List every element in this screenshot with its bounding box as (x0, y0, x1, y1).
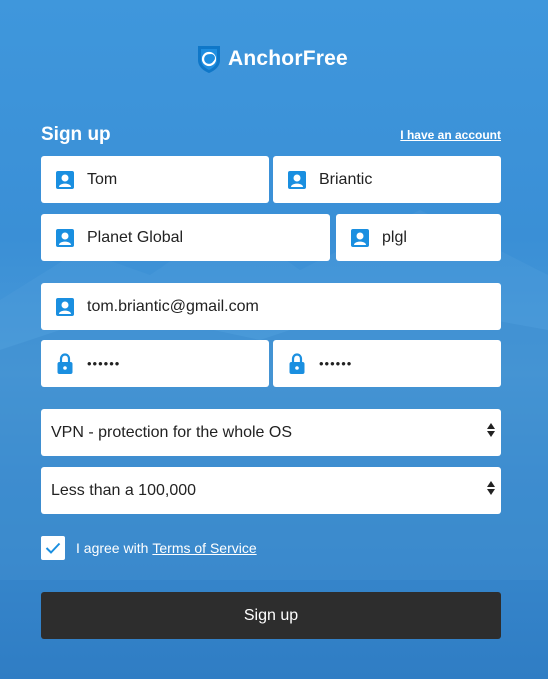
short-name-field[interactable]: plgl (336, 214, 501, 261)
sign-up-button[interactable]: Sign up (41, 592, 501, 639)
agree-text: I agree with (76, 540, 149, 556)
lock-icon (55, 352, 75, 374)
brand-logo: AnchorFree (196, 44, 348, 74)
agree-checkbox[interactable] (41, 536, 65, 560)
page-title: Sign up (41, 124, 111, 145)
last-name-value: Briantic (319, 170, 373, 188)
company-field[interactable]: Planet Global (41, 214, 330, 261)
email-field[interactable]: tom.briantic@gmail.com (41, 283, 501, 330)
signup-header: Sign up I have an account (41, 124, 501, 146)
password-field[interactable]: •••••• (41, 340, 269, 387)
user-icon (55, 228, 75, 248)
user-icon (55, 297, 75, 317)
short-name-value: plgl (382, 228, 407, 246)
select-arrows-icon (487, 481, 495, 495)
size-select-value: Less than a 100,000 (51, 481, 197, 499)
brand-name: AnchorFree (228, 47, 348, 70)
terms-of-service-link[interactable]: Terms of Service (152, 540, 256, 556)
size-select[interactable]: Less than a 100,000 (41, 467, 501, 514)
confirm-password-field[interactable]: •••••• (273, 340, 501, 387)
terms-agreement: I agree with Terms of Service (41, 536, 257, 560)
have-account-link[interactable]: I have an account (400, 128, 501, 142)
password-value: •••••• (87, 356, 121, 371)
email-value: tom.briantic@gmail.com (87, 297, 259, 315)
user-icon (287, 170, 307, 190)
first-name-field[interactable]: Tom (41, 156, 269, 203)
confirm-password-value: •••••• (319, 356, 353, 371)
first-name-value: Tom (87, 170, 118, 188)
usage-select-value: VPN - protection for the whole OS (51, 423, 292, 441)
select-arrows-icon (487, 423, 495, 437)
shield-logo-icon (198, 46, 220, 73)
lock-icon (287, 352, 307, 374)
checkmark-icon (45, 542, 61, 554)
user-icon (55, 170, 75, 190)
user-icon (350, 228, 370, 248)
usage-select[interactable]: VPN - protection for the whole OS (41, 409, 501, 456)
company-value: Planet Global (87, 228, 184, 246)
last-name-field[interactable]: Briantic (273, 156, 501, 203)
